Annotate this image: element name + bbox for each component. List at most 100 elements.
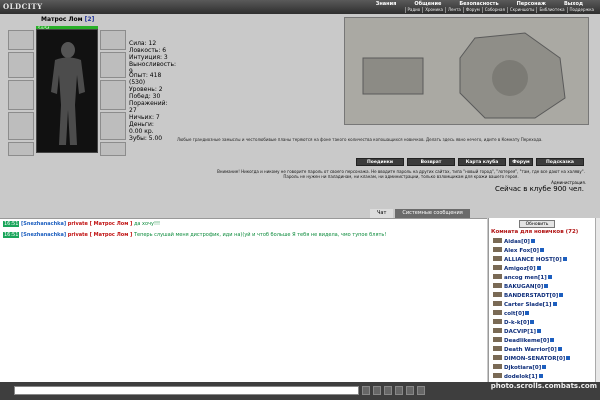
subnav-cathedral[interactable]: Соборная: [481, 7, 507, 13]
stat-wins: Побед: 30: [129, 93, 161, 100]
info-icon[interactable]: [542, 365, 547, 369]
player-item[interactable]: Alex Fox[0]: [493, 247, 570, 256]
info-icon[interactable]: [550, 338, 555, 342]
chat-input[interactable]: [14, 386, 359, 395]
ring-slot[interactable]: [100, 112, 126, 140]
shield-slot[interactable]: [100, 80, 126, 110]
forum-button[interactable]: Форум: [509, 158, 533, 166]
clan-icon: [493, 328, 502, 333]
sound-icon[interactable]: [406, 386, 414, 395]
return-button[interactable]: Возврат: [407, 158, 455, 166]
player-item[interactable]: Djkotiara[0]: [493, 364, 570, 373]
player-item[interactable]: dodelok[1]: [493, 373, 570, 382]
subnav-feed[interactable]: Лента: [445, 7, 463, 13]
smiles-icon[interactable]: [384, 386, 392, 395]
boots-slot[interactable]: [8, 142, 34, 156]
player-list: Aidas[0] Alex Fox[0] ALLIANCE HOST[0] Am…: [493, 238, 571, 382]
room-map[interactable]: [344, 17, 589, 125]
duels-button[interactable]: Поединки: [356, 158, 404, 166]
send-icon[interactable]: [362, 386, 370, 395]
info-icon[interactable]: [559, 293, 564, 297]
info-icon[interactable]: [557, 347, 562, 351]
player-item[interactable]: colt[0]: [493, 310, 570, 319]
player-name[interactable]: Deadlikeme[0]: [504, 338, 549, 344]
hint-button[interactable]: Подсказка: [536, 158, 584, 166]
clear-icon[interactable]: [373, 386, 381, 395]
info-icon[interactable]: [536, 266, 541, 270]
map-caption: Любые грандиозные замыслы и честолюбивые…: [177, 137, 543, 142]
player-list-scrollbar[interactable]: [595, 218, 600, 382]
info-icon[interactable]: [552, 302, 557, 306]
message-nick[interactable]: [Snezhanachka]: [21, 221, 66, 227]
clan-icon: [493, 238, 502, 243]
player-name[interactable]: ALLIANCE HOST[0]: [504, 257, 562, 263]
player-name[interactable]: Aidas[0]: [504, 239, 530, 245]
player-item[interactable]: Deadlikeme[0]: [493, 337, 570, 346]
message-nick[interactable]: [Snezhanachka]: [21, 232, 66, 238]
clan-icon: [493, 283, 502, 288]
player-item[interactable]: BAKUGAN[0]: [493, 283, 570, 292]
gloves-slot[interactable]: [100, 142, 126, 156]
player-name[interactable]: DIMON-SENATOR[0]: [504, 356, 565, 362]
info-icon[interactable]: [525, 311, 530, 315]
player-name[interactable]: ancog men[1]: [504, 275, 547, 281]
security-warning: Внимание! Никогда и никому не говорите п…: [217, 169, 585, 179]
player-item[interactable]: BANDERSTADT[0]: [493, 292, 570, 301]
clan-icon: [493, 274, 502, 279]
info-icon[interactable]: [537, 329, 542, 333]
subnav-library[interactable]: Библиотека: [536, 7, 566, 13]
info-icon[interactable]: [540, 248, 545, 252]
armor-slot[interactable]: [8, 80, 34, 110]
player-item[interactable]: ALLIANCE HOST[0]: [493, 256, 570, 265]
club-map-button[interactable]: Карта клуба: [458, 158, 506, 166]
player-item[interactable]: ancog men[1]: [493, 274, 570, 283]
info-icon[interactable]: [538, 374, 543, 378]
player-name[interactable]: colt[0]: [504, 311, 524, 317]
tab-chat[interactable]: Чат: [370, 209, 394, 218]
player-item[interactable]: Death Warrior[0]: [493, 346, 570, 355]
message-private[interactable]: private [ Матрос Лом ]: [68, 221, 133, 227]
player-item[interactable]: DACVIP[1]: [493, 328, 570, 337]
refresh-button[interactable]: Обновить: [519, 220, 555, 228]
info-icon[interactable]: [530, 239, 535, 243]
subnav-forum[interactable]: Форум: [462, 7, 482, 13]
filter-icon[interactable]: [395, 386, 403, 395]
settings-icon[interactable]: [417, 386, 425, 395]
subnav-support[interactable]: Поддержка: [566, 7, 596, 13]
player-name[interactable]: BANDERSTADT[0]: [504, 293, 558, 299]
player-item[interactable]: Carter Slade[1]: [493, 301, 570, 310]
oldcity-logo[interactable]: OLDCITY: [3, 2, 47, 13]
info-icon[interactable]: [566, 356, 571, 360]
message-private[interactable]: private [ Матрос Лом ]: [68, 232, 133, 238]
necklace-slot[interactable]: [100, 52, 126, 78]
subnav-screenshots[interactable]: Скриншоты: [506, 7, 537, 13]
player-name[interactable]: dodelok[1]: [504, 374, 538, 380]
subnav-radio[interactable]: Радио: [404, 7, 423, 13]
clan-icon: [493, 301, 502, 306]
player-name[interactable]: DACVIP[1]: [504, 329, 536, 335]
belt-slot[interactable]: [8, 112, 34, 140]
subnav-chronicle[interactable]: Хроника: [422, 7, 445, 13]
player-item[interactable]: Aidas[0]: [493, 238, 570, 247]
player-name[interactable]: Carter Slade[1]: [504, 302, 552, 308]
player-item[interactable]: DIMON-SENATOR[0]: [493, 355, 571, 364]
player-item[interactable]: Amigoz[0]: [493, 265, 570, 274]
player-name[interactable]: Amigoz[0]: [504, 266, 536, 272]
info-icon[interactable]: [562, 257, 567, 261]
player-name[interactable]: BAKUGAN[0]: [504, 284, 543, 290]
info-icon[interactable]: [544, 284, 549, 288]
player-name[interactable]: Alex Fox[0]: [504, 248, 539, 254]
player-name[interactable]: Death Warrior[0]: [504, 347, 557, 353]
info-icon[interactable]: [530, 320, 535, 324]
earring-slot[interactable]: [100, 30, 126, 50]
chat-message: 16:51 [Snezhanachka] private [ Матрос Ло…: [0, 230, 487, 241]
message-time: 16:51: [3, 221, 20, 227]
player-name[interactable]: Djkotiara[0]: [504, 365, 541, 371]
nav-knowledge[interactable]: Знания: [367, 1, 406, 7]
helmet-slot[interactable]: [8, 30, 34, 50]
info-icon[interactable]: [547, 275, 552, 279]
player-item[interactable]: D-k-k[0]: [493, 319, 570, 328]
weapon-slot[interactable]: [8, 52, 34, 78]
tab-system-messages[interactable]: Системные сообщения: [395, 209, 470, 218]
player-name[interactable]: D-k-k[0]: [504, 320, 529, 326]
